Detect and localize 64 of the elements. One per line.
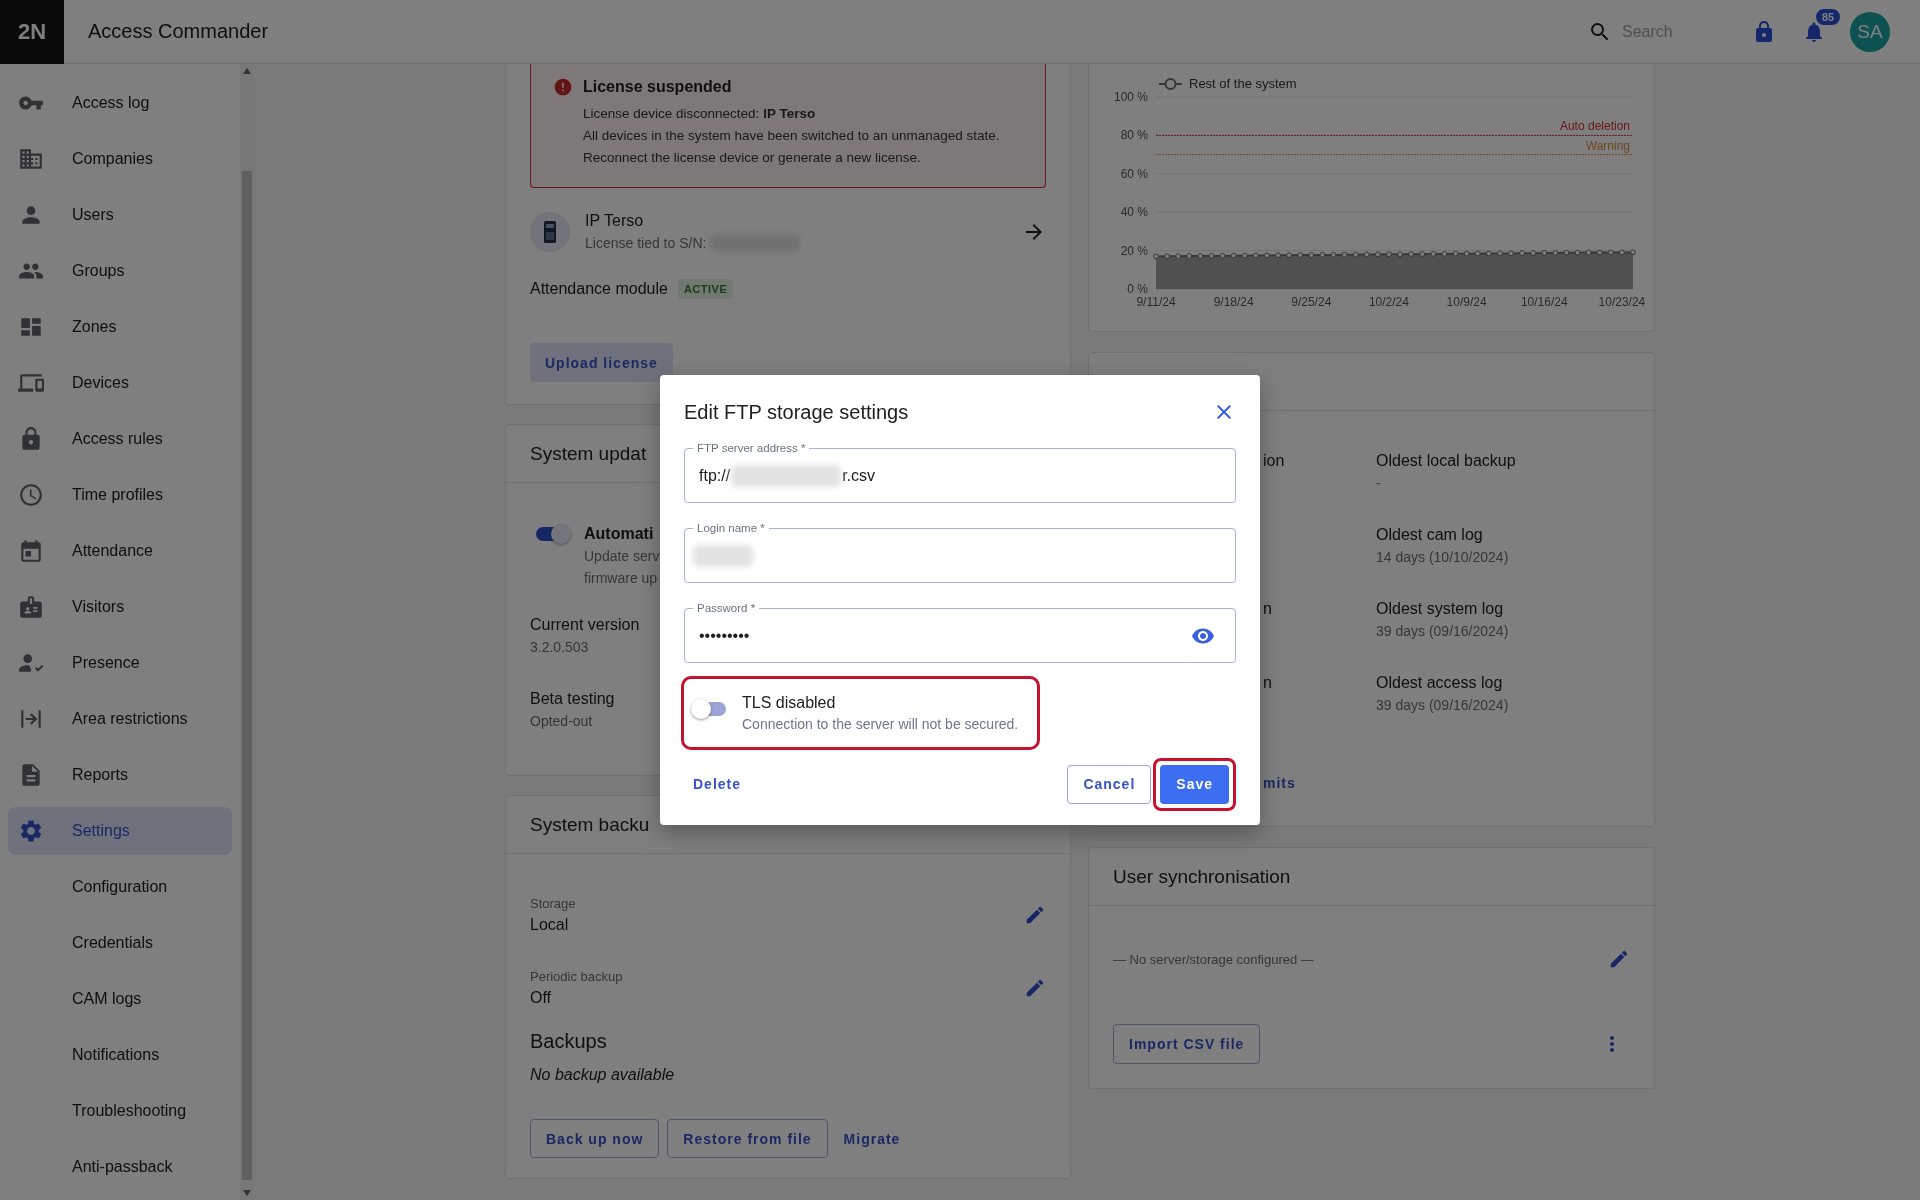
section-heading: Backups [530, 1029, 608, 1054]
setting-description: firmware up [584, 569, 659, 588]
setting-label: Periodic backup [530, 968, 623, 986]
info-label: Beta testing [530, 689, 615, 709]
threshold-label: Auto deletion [1559, 119, 1630, 134]
serial-label: License tied to S/N: [585, 234, 707, 253]
setting-label: Oldest system log [1376, 599, 1505, 619]
axis-label: 80 % [1120, 128, 1148, 143]
axis-label: 10/16/24 [1520, 295, 1568, 309]
app-title: Access Commander [88, 20, 269, 43]
axis-label: 40 % [1120, 205, 1148, 220]
axis-label: 9/25/24 [1291, 295, 1332, 309]
field-label: FTP server address * [693, 441, 810, 455]
setting-value: - [1376, 474, 1382, 493]
toggle-description: Connection to the server will not be secured. [742, 715, 1019, 734]
alert-text: License device disconnected: IP Terso [583, 105, 817, 123]
axis-label: 10/9/24 [1446, 295, 1487, 309]
empty-message: No backup available [530, 1065, 676, 1085]
field-label: Password * [693, 601, 760, 615]
setting-label: Automati [584, 524, 655, 544]
setting-label: Oldest access log [1376, 673, 1504, 693]
field-value: ftp:// [699, 466, 731, 485]
axis-label: 9/11/24 [1136, 295, 1176, 309]
info-value: 3.2.0.503 [530, 638, 590, 657]
axis-label: 10/2/24 [1368, 295, 1409, 309]
field-value: r.csv [842, 466, 875, 485]
field-label: Login name * [693, 521, 769, 535]
info-label: Current version [530, 615, 640, 635]
setting-value: Local [530, 915, 570, 935]
setting-label: ion [1263, 451, 1286, 471]
threshold-label: Warning [1585, 138, 1630, 153]
setting-label: Oldest cam log [1376, 525, 1484, 545]
logo: 2N [0, 0, 64, 64]
module-label: Attendance module [530, 280, 668, 298]
setting-value: 39 days (09/16/2024) [1376, 622, 1510, 641]
axis-label: 0 % [1127, 282, 1148, 296]
alert-title: License suspended [583, 77, 733, 97]
device-name: IP Terso [585, 211, 645, 231]
card-title: System backu [530, 812, 650, 837]
axis-label: 60 % [1120, 166, 1148, 181]
setting-label: n [1263, 673, 1273, 693]
setting-label: n [1263, 599, 1273, 619]
setting-label: Oldest local backup [1376, 451, 1517, 471]
setting-value: 14 days (10/10/2024) [1376, 548, 1510, 567]
alert-text: Reconnect the license device or generate a new license. [583, 149, 922, 167]
setting-value: Off [530, 988, 553, 1008]
card-title: User synchronisation [1113, 864, 1291, 889]
axis-label: 100 % [1113, 90, 1148, 104]
status-chip: ACTIVE [677, 279, 734, 299]
info-value: Opted-out [530, 712, 594, 731]
setting-value: 39 days (09/16/2024) [1376, 696, 1510, 715]
legend-label: Rest of the system [1189, 76, 1297, 91]
toggle-label: TLS disabled [742, 693, 837, 713]
alert-text: All devices in the system have been switched to an unmanaged state. [583, 127, 1000, 145]
empty-message: — No server/storage configured — [1113, 951, 1314, 967]
setting-label: Storage [530, 895, 576, 913]
dialog-title: Edit FTP storage settings [684, 400, 909, 424]
setting-description: Update serv [584, 547, 660, 566]
field-value: ••••••••• [699, 626, 750, 645]
axis-label: 10/23/24 [1598, 295, 1646, 309]
card-title: System updat [530, 441, 647, 466]
axis-label: 9/18/24 [1213, 295, 1254, 309]
notification-badge: 85 [1814, 6, 1843, 27]
axis-label: 20 % [1120, 243, 1148, 258]
